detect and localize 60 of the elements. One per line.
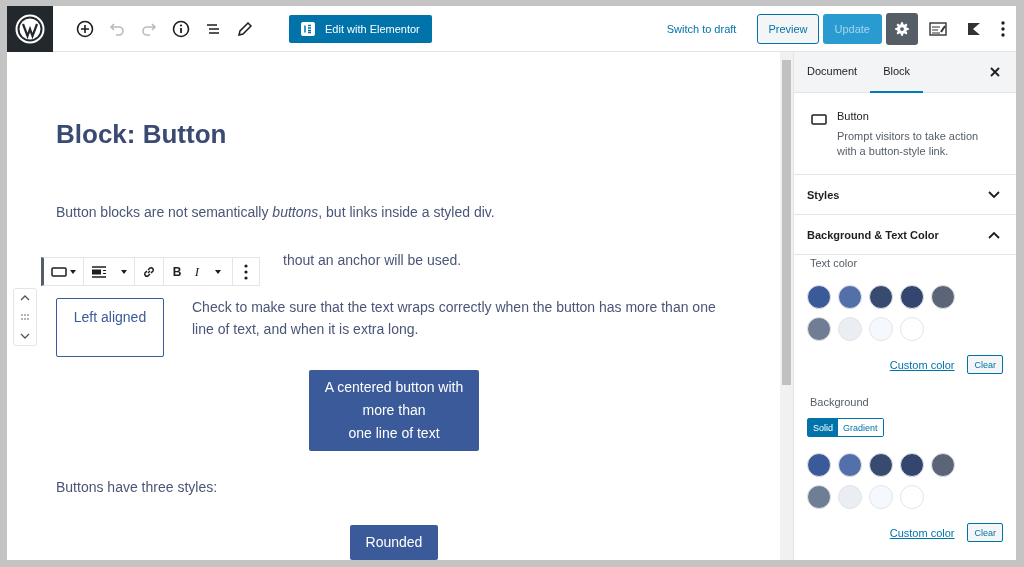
color-swatch[interactable]	[838, 317, 862, 341]
expand-chevron-icon[interactable]	[988, 190, 1000, 199]
custom-color-link[interactable]: Custom color	[889, 526, 955, 539]
color-swatch[interactable]	[931, 285, 955, 309]
selected-button-block[interactable]: Left aligned	[56, 298, 164, 357]
link-icon	[142, 264, 156, 279]
paragraph: thout an anchor will be used.	[283, 251, 463, 269]
more-options-icon	[244, 263, 248, 280]
color-swatch[interactable]	[869, 485, 893, 509]
color-swatch[interactable]	[807, 285, 831, 309]
color-swatch[interactable]	[838, 485, 862, 509]
color-swatch[interactable]	[900, 485, 924, 509]
color-swatch[interactable]	[900, 317, 924, 341]
gradient-type-tab[interactable]: Solid	[808, 419, 838, 436]
block-name: Button	[837, 110, 870, 122]
button-block-icon	[811, 114, 827, 125]
paragraph: Check to make sure that the text wraps correctly when the button has more than one line of text, and when it is extra long.	[192, 298, 717, 339]
italic-button[interactable]: I	[187, 258, 207, 285]
background-label: Background	[810, 396, 870, 408]
caret-icon	[121, 269, 127, 274]
color-swatch[interactable]	[900, 453, 924, 477]
color-swatch[interactable]	[869, 317, 893, 341]
clear-button[interactable]: Clear	[967, 355, 1003, 374]
color-swatch[interactable]	[807, 453, 831, 477]
panel-title: Background & Text Color	[807, 228, 939, 241]
scrollbar[interactable]	[782, 60, 791, 385]
caret-icon	[70, 269, 76, 274]
color-swatch[interactable]	[869, 453, 893, 477]
panel-title: Styles	[807, 188, 840, 201]
edit-with-elementor-button[interactable]: Edit with Elementor	[289, 14, 432, 43]
block-description: Prompt visitors to take action with a button-style link.	[837, 129, 980, 159]
color-swatch[interactable]	[900, 285, 924, 309]
drag-handle-icon[interactable]	[21, 314, 29, 320]
sidebar-tab[interactable]: Block	[870, 52, 924, 93]
bold-button[interactable]: B	[167, 258, 187, 285]
collapse-chevron-icon[interactable]	[988, 230, 1000, 239]
color-swatch[interactable]	[931, 453, 955, 477]
elementor-icon	[301, 21, 315, 36]
color-swatch[interactable]	[838, 285, 862, 309]
move-up-icon[interactable]	[20, 295, 30, 302]
caret-icon	[215, 269, 221, 274]
clear-button[interactable]: Clear	[967, 523, 1003, 542]
close-icon[interactable]	[990, 67, 1000, 77]
content-button[interactable]: Rounded	[349, 525, 439, 560]
color-swatch[interactable]	[838, 453, 862, 477]
paragraph: Buttons have three styles:	[56, 478, 219, 496]
text-color-label: Text color	[810, 257, 859, 269]
color-swatch[interactable]	[869, 285, 893, 309]
color-swatch[interactable]	[807, 485, 831, 509]
paragraph: Button blocks are not semantically buttons, but links inside a styled div.	[56, 203, 496, 221]
align-icon	[91, 265, 107, 278]
custom-color-link[interactable]: Custom color	[889, 358, 955, 371]
post-title: Block: Button	[56, 118, 228, 150]
button-block-icon	[51, 265, 67, 278]
content-button[interactable]: A centered button with more than one line of text	[308, 370, 480, 451]
wordpress-logo-icon[interactable]	[7, 6, 53, 52]
color-swatch[interactable]	[807, 317, 831, 341]
move-down-icon[interactable]	[20, 332, 30, 339]
sidebar-tab[interactable]: Document	[794, 52, 871, 93]
switch-to-draft-link[interactable]: Switch to draft	[666, 22, 737, 35]
